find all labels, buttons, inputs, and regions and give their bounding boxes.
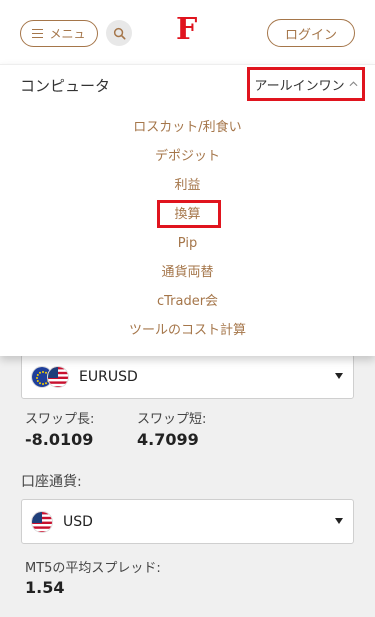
menu-button[interactable]: メニュ: [20, 20, 98, 47]
account-currency-label: 口座通貨:: [21, 474, 82, 490]
swap-long-label: スワップ長:: [25, 412, 95, 427]
spread-value: 1.54: [25, 578, 65, 597]
swap-short-value: 4.7099: [137, 430, 199, 449]
login-button[interactable]: ログイン: [267, 19, 355, 47]
menu-item-pip[interactable]: Pip: [0, 235, 375, 253]
us-flag-icon: [47, 365, 69, 388]
pair-value: EURUSD: [79, 368, 138, 385]
all-in-one-label: アールインワン: [254, 78, 345, 94]
menu-item-currency-exchange[interactable]: 通貨両替: [0, 264, 375, 282]
menu-item-stoploss[interactable]: ロスカット/利食い: [0, 119, 375, 137]
account-currency-select[interactable]: USD: [21, 499, 354, 544]
search-icon: [113, 27, 126, 40]
account-currency-value: USD: [63, 513, 93, 530]
swap-short-label: スワップ短:: [137, 412, 207, 427]
hamburger-icon: [32, 29, 44, 39]
chevron-up-icon: [349, 81, 358, 87]
swap-long-value: -8.0109: [25, 430, 94, 449]
header: メニュ F ログイン: [0, 0, 375, 64]
logo[interactable]: F: [176, 12, 197, 48]
menu-item-deposit[interactable]: デポジット: [0, 148, 375, 166]
calculator-dropdown: コンピュータ アールインワン ロスカット/利食い デポジット 利益 換算 Pip…: [0, 64, 375, 356]
us-flag-icon: [31, 510, 53, 533]
menu-item-cost-calculator[interactable]: ツールのコスト計算: [0, 322, 375, 340]
pair-select[interactable]: EURUSD: [21, 354, 354, 399]
menu-item-conversion[interactable]: 換算: [0, 206, 375, 224]
spread-label: MT5の平均スプレッド:: [25, 561, 161, 576]
menu-label: メニュ: [49, 27, 86, 41]
all-in-one-toggle[interactable]: アールインワン: [247, 67, 365, 101]
search-button[interactable]: [106, 20, 132, 46]
menu-item-ctrader[interactable]: cTrader会: [0, 293, 375, 311]
dropdown-title: コンピュータ: [20, 77, 111, 95]
caret-down-icon: [335, 518, 343, 524]
caret-down-icon: [335, 373, 343, 379]
menu-item-profit[interactable]: 利益: [0, 177, 375, 195]
